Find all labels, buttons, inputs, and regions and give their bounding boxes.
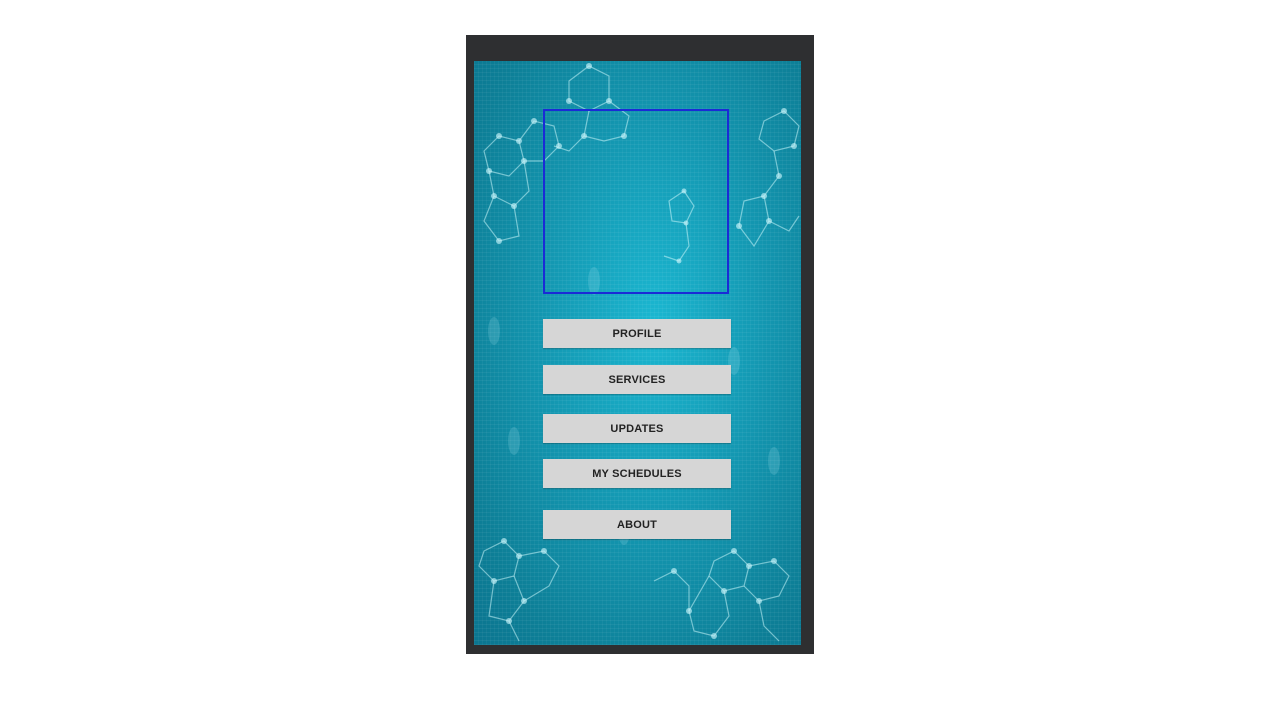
updates-button[interactable]: UPDATES [543, 414, 731, 443]
app-screen: PROFILE SERVICES UPDATES MY SCHEDULES AB… [474, 61, 801, 645]
services-button[interactable]: SERVICES [543, 365, 731, 394]
phone-frame: PROFILE SERVICES UPDATES MY SCHEDULES AB… [466, 35, 814, 654]
profile-button[interactable]: PROFILE [543, 319, 731, 348]
profile-image-placeholder [543, 109, 729, 294]
my-schedules-button[interactable]: MY SCHEDULES [543, 459, 731, 488]
about-button[interactable]: ABOUT [543, 510, 731, 539]
